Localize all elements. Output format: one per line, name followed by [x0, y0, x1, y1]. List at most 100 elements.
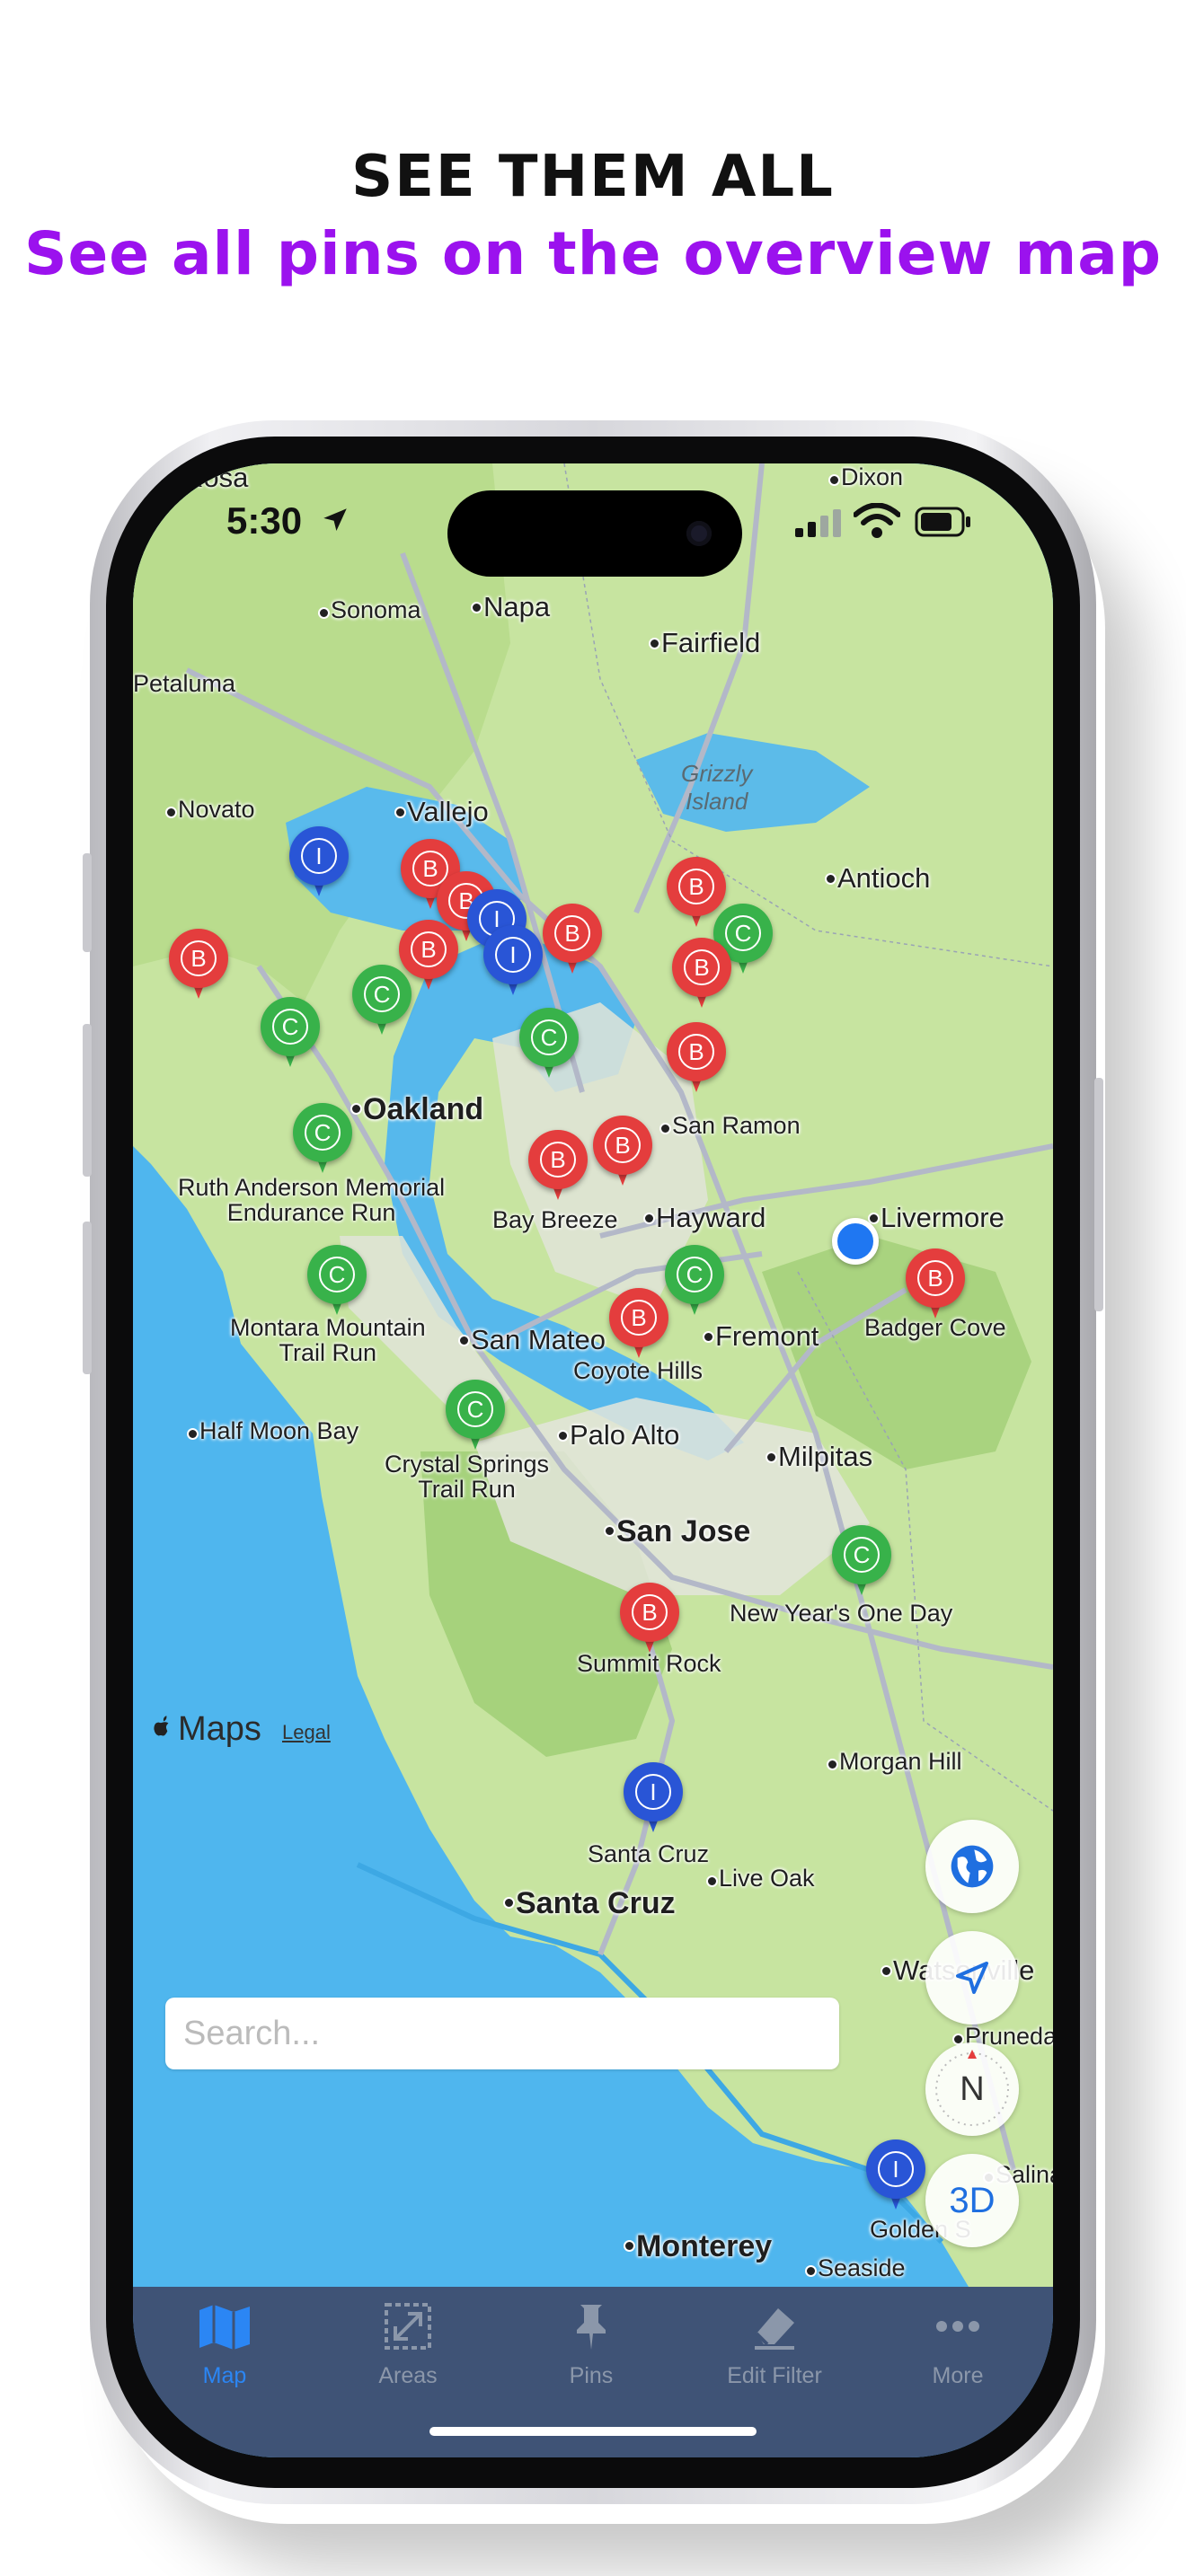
pin-label: Coyote Hills: [573, 1357, 704, 1384]
place-label: Seaside: [818, 2254, 906, 2281]
map-pin-blue[interactable]: I: [866, 2139, 925, 2211]
pin-letter: C: [844, 1537, 880, 1573]
volume-down-button: [83, 1222, 92, 1374]
place-label: Fremont: [715, 1320, 819, 1352]
place-dot: [659, 1123, 671, 1134]
place-label: Novato: [178, 796, 255, 823]
globe-button[interactable]: [925, 1820, 1019, 1913]
place-dot: [624, 2240, 635, 2252]
map-pin-green[interactable]: C: [307, 1245, 367, 1317]
location-services-icon: [323, 508, 347, 532]
place-label: Live Oak: [719, 1865, 815, 1892]
pin-head: I: [624, 1762, 683, 1822]
pin-letter: B: [554, 915, 590, 951]
pin-label: Summit Rock: [577, 1650, 721, 1677]
place-label: Dixon: [841, 463, 904, 490]
tab-map-label: Map: [202, 2363, 247, 2388]
place-dot: [766, 1451, 777, 1463]
legal-link[interactable]: Legal: [282, 1721, 331, 1744]
search-bar[interactable]: [165, 1998, 839, 2069]
place-label: Rosa: [183, 463, 249, 493]
power-button: [1094, 1078, 1103, 1311]
pin-letter: I: [635, 1774, 671, 1810]
cellular-signal-icon: [795, 509, 841, 537]
pin-letter: I: [878, 2151, 914, 2187]
tab-edit-filter[interactable]: Edit Filter: [683, 2301, 866, 2389]
map-pin-green[interactable]: C: [261, 997, 320, 1069]
pin-letter: I: [495, 937, 531, 973]
place-dot: [394, 807, 406, 818]
map-pin-green[interactable]: C: [293, 1103, 352, 1175]
three-d-button[interactable]: 3D: [925, 2154, 1019, 2247]
globe-icon: [951, 1845, 994, 1888]
pin-head: C: [352, 965, 412, 1024]
place-dot: [706, 1875, 718, 1887]
map-pin-green[interactable]: C: [352, 965, 412, 1037]
place-dot: [825, 873, 836, 885]
areas-icon: [385, 2303, 431, 2350]
place-label: San Mateo: [471, 1324, 606, 1355]
map-pin-blue[interactable]: I: [289, 826, 349, 898]
front-camera: [686, 521, 712, 546]
phone-screen: 5:30 Rosa Dixon Sonoma Napa Fairfield Petalum…: [133, 463, 1053, 2457]
place-label: Santa Cruz: [516, 1886, 676, 1920]
tab-pins[interactable]: Pins: [500, 2301, 683, 2389]
place-label: San Jose: [616, 1514, 751, 1548]
place-label: Palo Alto: [570, 1419, 680, 1451]
place-label: Grizzly Island: [681, 760, 753, 815]
map-pin-red[interactable]: B: [528, 1130, 588, 1202]
place-dot: [604, 1525, 615, 1537]
pin-head: C: [519, 1008, 579, 1067]
place-dot: [649, 638, 660, 649]
pin-head: C: [307, 1245, 367, 1304]
map-pin-green[interactable]: C: [832, 1525, 891, 1597]
pin-label: Montara Mountain Trail Run: [230, 1314, 426, 1366]
pin-head: B: [169, 929, 228, 988]
compass-button[interactable]: N: [925, 2042, 1019, 2136]
pin-letter: B: [411, 931, 447, 967]
map-pin-red[interactable]: B: [667, 1022, 726, 1094]
map-icon: [199, 2305, 250, 2350]
place-label: Antioch: [837, 862, 931, 894]
place-label: Oakland: [363, 1092, 484, 1126]
map-pin-blue[interactable]: I: [483, 925, 543, 997]
volume-up-button: [83, 1024, 92, 1177]
wifi-icon: [854, 503, 900, 538]
pin-head: I: [483, 925, 543, 984]
map-pin-red[interactable]: B: [609, 1288, 668, 1360]
locate-me-button[interactable]: [925, 1931, 1019, 2025]
map-pin-red[interactable]: B: [672, 938, 731, 1010]
place-label: Half Moon Bay: [199, 1417, 359, 1444]
map-pin-red[interactable]: B: [906, 1248, 965, 1320]
user-location-dot: [832, 1218, 879, 1265]
map-pin-green[interactable]: C: [519, 1008, 579, 1080]
place-dot: [881, 1965, 892, 1977]
tab-pins-label: Pins: [569, 2363, 614, 2388]
map-pin-red[interactable]: B: [620, 1583, 679, 1654]
pin-label: Badger Cove: [864, 1314, 1006, 1341]
dynamic-island: [447, 490, 742, 577]
map-pin-red[interactable]: B: [593, 1116, 652, 1187]
pin-letter: B: [621, 1300, 657, 1336]
tab-more[interactable]: More: [866, 2301, 1049, 2389]
ellipsis-icon: [936, 2321, 979, 2332]
tab-map[interactable]: Map: [133, 2301, 316, 2389]
map-pin-green[interactable]: C: [665, 1245, 724, 1317]
place-label: Vallejo: [407, 796, 489, 827]
pin-letter: B: [678, 869, 714, 904]
status-time: 5:30: [226, 499, 303, 542]
place-dot: [805, 2265, 817, 2277]
tab-areas[interactable]: Areas: [316, 2301, 500, 2389]
pin-letter: B: [684, 949, 720, 985]
search-input[interactable]: [165, 1998, 812, 2069]
pin-head: I: [289, 826, 349, 886]
map-pin-green[interactable]: C: [446, 1380, 505, 1451]
pin-letter: C: [272, 1009, 308, 1045]
map-pin-red[interactable]: B: [543, 904, 602, 975]
map-pin-blue[interactable]: I: [624, 1762, 683, 1834]
tab-areas-label: Areas: [378, 2363, 438, 2388]
pin-letter: B: [632, 1594, 668, 1630]
place-dot: [828, 474, 840, 486]
map-pin-red[interactable]: B: [169, 929, 228, 1001]
subheadline: See all pins on the overview map: [23, 219, 1163, 288]
